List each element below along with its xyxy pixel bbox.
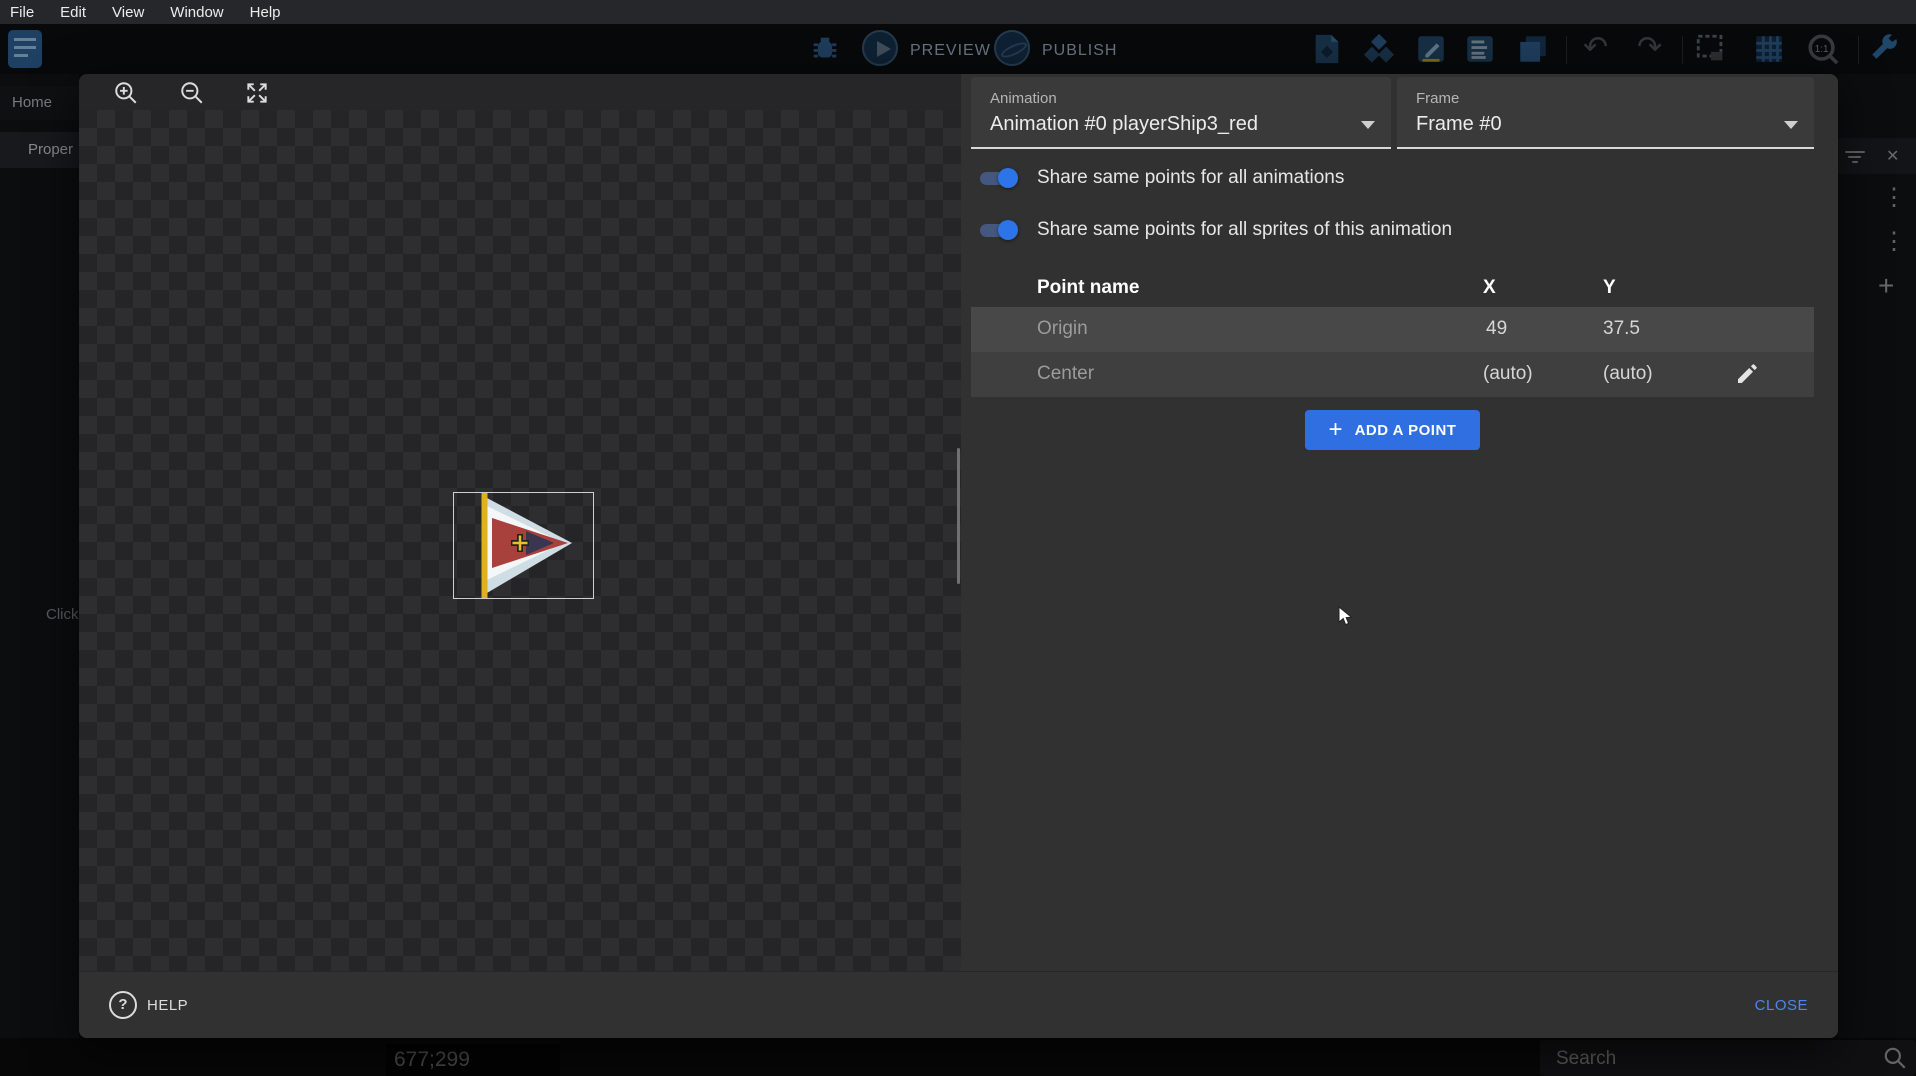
point-name: Origin — [1037, 318, 1088, 340]
menu-edit[interactable]: Edit — [60, 4, 86, 21]
point-y-value[interactable]: 37.5 — [1603, 318, 1640, 340]
menu-file[interactable]: File — [10, 4, 34, 21]
help-label: HELP — [147, 997, 188, 1014]
mouse-cursor — [1338, 606, 1354, 628]
share-points-all-animations-label: Share same points for all animations — [1037, 167, 1344, 189]
animation-select[interactable]: Animation Animation #0 playerShip3_red — [971, 77, 1391, 149]
share-points-all-animations-toggle[interactable] — [978, 168, 1018, 188]
zoom-out-icon[interactable] — [179, 80, 205, 106]
column-header-point-name: Point name — [1037, 277, 1139, 299]
fit-to-screen-icon[interactable] — [244, 80, 270, 106]
share-points-all-sprites-label: Share same points for all sprites of thi… — [1037, 219, 1452, 241]
table-row-origin[interactable]: Origin 49 37.5 — [971, 307, 1814, 352]
app-window: File Edit View Window Help PREVIEW PUBLI… — [0, 0, 1916, 1076]
column-header-x: X — [1483, 277, 1496, 299]
chevron-down-icon — [1784, 121, 1798, 129]
column-header-y: Y — [1603, 277, 1616, 299]
edit-points-dialog: Animation Animation #0 playerShip3_red F… — [79, 74, 1838, 1038]
canvas-scrollbar[interactable] — [957, 448, 960, 584]
dialog-footer: ? HELP CLOSE — [79, 971, 1838, 1038]
pencil-icon — [1735, 362, 1759, 386]
point-y-value[interactable]: (auto) — [1603, 363, 1653, 385]
menu-help[interactable]: Help — [250, 4, 281, 21]
animation-select-value: Animation #0 playerShip3_red — [990, 113, 1258, 136]
close-button[interactable]: CLOSE — [1755, 997, 1808, 1014]
menu-bar: File Edit View Window Help — [0, 0, 1916, 24]
toggle-knob — [998, 168, 1018, 188]
points-panel: Animation Animation #0 playerShip3_red F… — [961, 74, 1838, 971]
share-points-all-sprites-toggle[interactable] — [978, 220, 1018, 240]
help-button[interactable]: ? HELP — [109, 991, 188, 1019]
zoom-in-icon[interactable] — [113, 80, 139, 106]
table-row-center[interactable]: Center (auto) (auto) — [971, 352, 1814, 397]
point-x-value[interactable]: (auto) — [1483, 363, 1533, 385]
player-ship-sprite — [454, 493, 593, 598]
sprite-canvas[interactable] — [79, 74, 961, 971]
menu-window[interactable]: Window — [170, 4, 223, 21]
add-a-point-button[interactable]: + ADD A POINT — [1305, 410, 1480, 450]
toggle-knob — [998, 220, 1018, 240]
point-x-value[interactable]: 49 — [1486, 318, 1507, 340]
frame-select-value: Frame #0 — [1416, 113, 1502, 136]
menu-view[interactable]: View — [112, 4, 144, 21]
edit-point-button[interactable] — [1735, 362, 1761, 388]
animation-select-label: Animation — [990, 90, 1057, 107]
chevron-down-icon — [1361, 121, 1375, 129]
plus-icon: + — [1329, 418, 1343, 442]
sprite-frame-selection[interactable] — [453, 492, 594, 599]
frame-select[interactable]: Frame Frame #0 — [1397, 77, 1814, 149]
question-mark-icon: ? — [109, 991, 137, 1019]
frame-select-label: Frame — [1416, 90, 1459, 107]
point-name: Center — [1037, 363, 1094, 385]
add-a-point-label: ADD A POINT — [1355, 422, 1457, 439]
